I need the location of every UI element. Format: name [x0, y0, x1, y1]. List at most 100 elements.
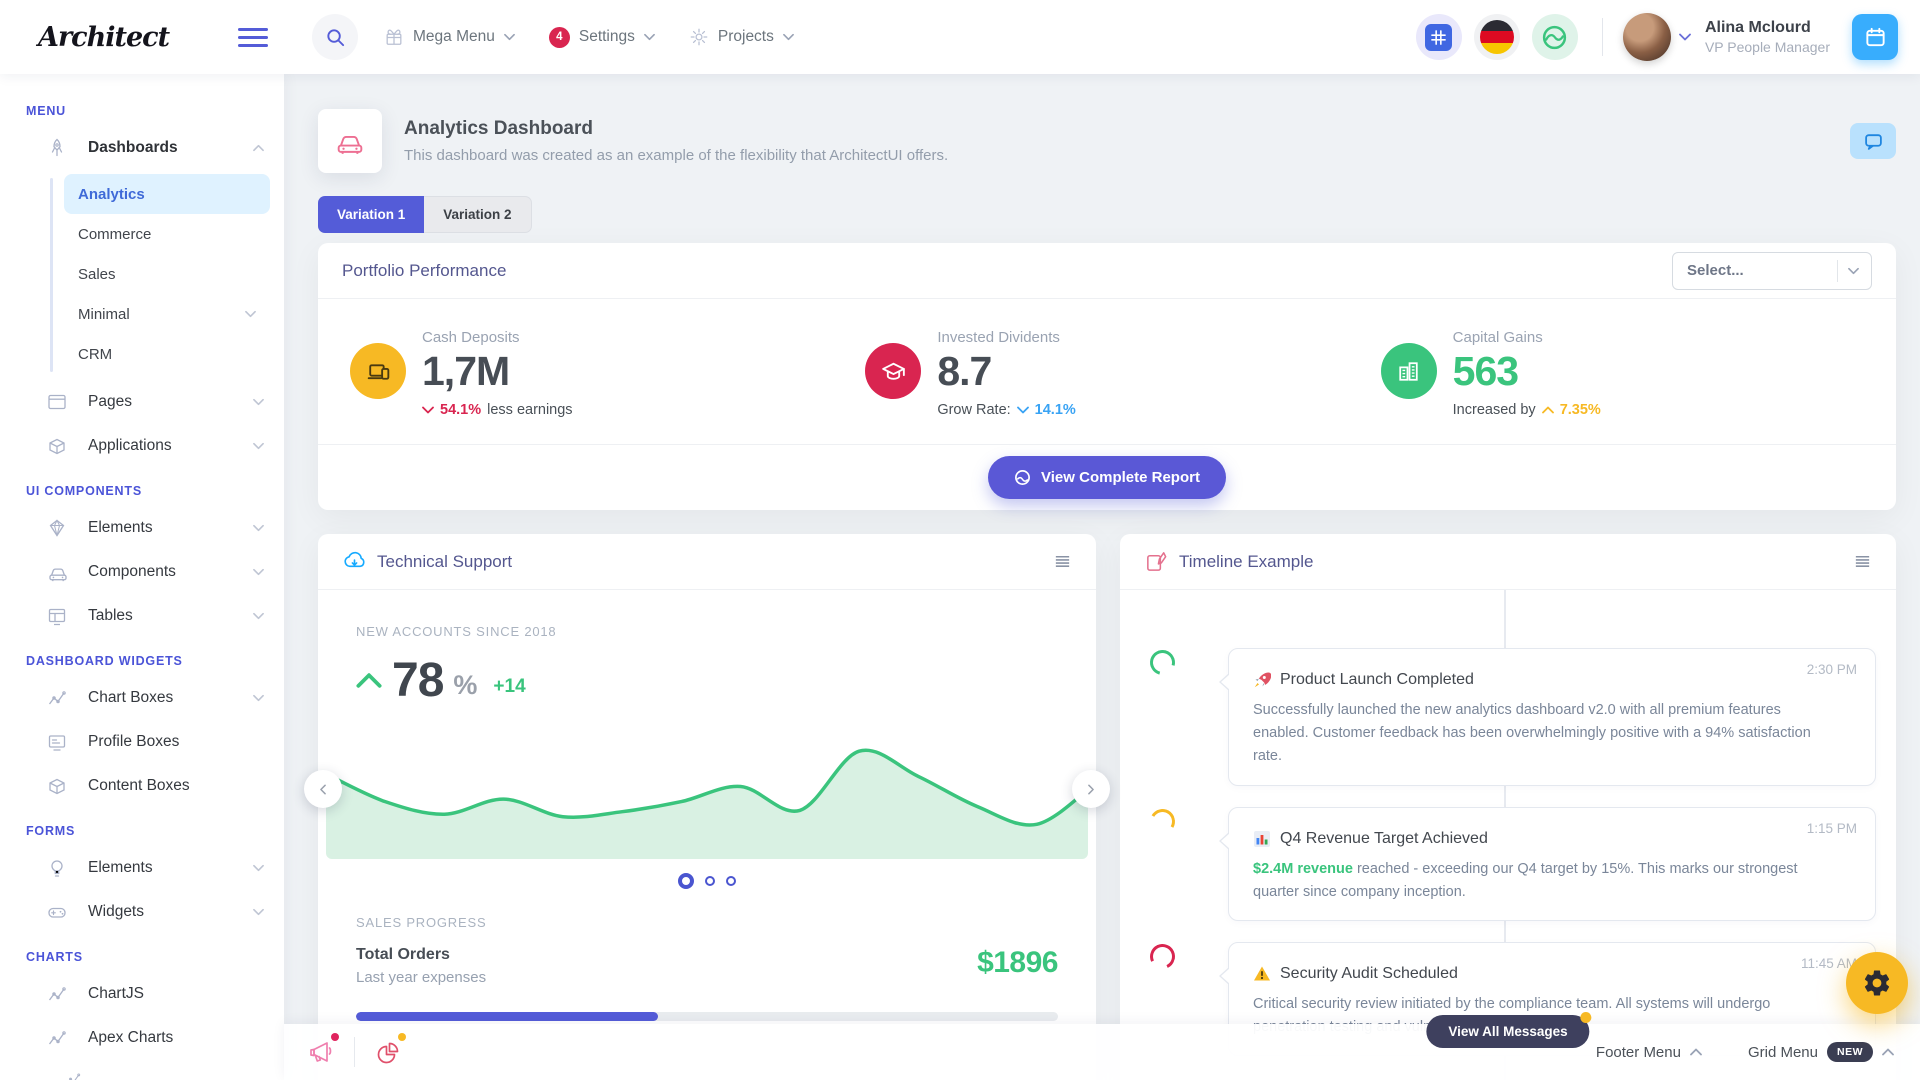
settings-badge: 4	[549, 27, 570, 48]
technical-support-header: Technical Support	[318, 534, 1096, 590]
id-card-icon	[46, 731, 68, 753]
sidebar-item-profile-boxes[interactable]: Profile Boxes	[0, 720, 284, 764]
chevron-down-icon	[644, 33, 655, 41]
grid-icon	[1425, 24, 1452, 51]
new-badge: NEW	[1827, 1042, 1873, 1062]
megaphone-icon[interactable]	[306, 1037, 336, 1067]
chevron-down-icon	[504, 33, 515, 41]
chevron-down-icon[interactable]	[1679, 33, 1691, 41]
view-complete-report-button[interactable]: View Complete Report	[988, 456, 1226, 499]
timeline-entry-body: Successfully launched the new analytics …	[1253, 699, 1815, 769]
sidebar-item-tables[interactable]: Tables	[0, 594, 284, 638]
sidebar-item-components[interactable]: Components	[0, 550, 284, 594]
sidebar-item-commerce[interactable]: Commerce	[64, 214, 270, 254]
tab-variation-1[interactable]: Variation 1	[318, 196, 424, 233]
sidebar-item-form-elements[interactable]: Elements	[0, 846, 284, 890]
sidebar-item-dashboards[interactable]: Dashboards	[0, 126, 284, 170]
technical-support-body: NEW ACCOUNTS SINCE 2018 78 % +14	[318, 590, 1096, 1021]
sidebar-item-apex-charts[interactable]: Apex Charts	[0, 1016, 284, 1060]
calendar-button[interactable]	[1852, 14, 1898, 60]
chevron-up-icon	[356, 672, 382, 689]
sales-progress-fill	[356, 1012, 658, 1021]
header-right: Alina Mclourd VP People Manager	[1404, 13, 1898, 61]
theme-button[interactable]	[1532, 14, 1578, 60]
carousel-dot-2[interactable]	[705, 876, 715, 886]
metric-value: 563	[1453, 350, 1601, 393]
metric-cash-deposits: Cash Deposits 1,7M 54.1% less earnings	[334, 329, 849, 418]
portfolio-card-footer: View Complete Report	[318, 444, 1896, 510]
settings-fab-button[interactable]	[1846, 952, 1908, 1014]
grid-menu-button[interactable]: Grid Menu NEW	[1748, 1042, 1894, 1062]
chevron-down-icon	[253, 524, 264, 532]
devices-icon	[350, 343, 406, 399]
circle-wave-icon	[1014, 469, 1031, 486]
cloud-download-icon	[342, 549, 367, 574]
sidebar-item-widgets[interactable]: Widgets	[0, 890, 284, 934]
timeline-title: Timeline Example	[1179, 552, 1313, 572]
accounts-stat-label: NEW ACCOUNTS SINCE 2018	[356, 624, 1058, 639]
sidebar-heading-dashboard-widgets: DASHBOARD WIDGETS	[26, 654, 284, 668]
chevron-down-icon	[253, 908, 264, 916]
accounts-unit: %	[453, 670, 477, 701]
gamepad-icon	[46, 901, 68, 923]
technical-support-card: Technical Support NEW ACCOUNTS SINCE 201…	[318, 534, 1096, 1080]
cube-icon	[46, 435, 68, 457]
carousel-next-button[interactable]	[1072, 770, 1110, 808]
card-menu-icon[interactable]	[1853, 552, 1872, 571]
calendar-icon	[1864, 26, 1887, 49]
metric-status: Increased by 7.35%	[1453, 402, 1601, 418]
table-icon	[46, 605, 68, 627]
tab-variation-2[interactable]: Variation 2	[424, 196, 531, 233]
timeline-card: Timeline Example 2:30 PM Product Launch …	[1120, 534, 1896, 1080]
sidebar-item-crm[interactable]: CRM	[64, 334, 270, 374]
hamburger-menu-icon[interactable]	[238, 28, 268, 47]
footer-menu-button[interactable]: Footer Menu	[1596, 1044, 1702, 1061]
apps-grid-button[interactable]	[1416, 14, 1462, 60]
sidebar-item-pages[interactable]: Pages	[0, 380, 284, 424]
chevron-down-icon	[253, 398, 264, 406]
sidebar-item-content-boxes[interactable]: Content Boxes	[0, 764, 284, 808]
spinner-green-icon	[1145, 645, 1179, 679]
search-button[interactable]	[312, 14, 358, 60]
sidebar-item-sales[interactable]: Sales	[64, 254, 270, 294]
orders-subtitle: Last year expenses	[356, 969, 486, 986]
user-role: VP People Manager	[1705, 39, 1830, 55]
chevron-down-icon	[422, 406, 434, 414]
language-button[interactable]	[1474, 14, 1520, 60]
view-all-messages-button[interactable]: View All Messages	[1426, 1015, 1589, 1048]
carousel-dot-1[interactable]	[678, 873, 694, 889]
user-name: Alina Mclourd	[1705, 19, 1830, 37]
timeline-entry-body: $2.4M revenue reached - exceeding our Q4…	[1253, 858, 1815, 904]
sidebar-item-analytics[interactable]: Analytics	[64, 174, 270, 214]
carousel-dot-3[interactable]	[726, 876, 736, 886]
gear-icon	[1862, 968, 1892, 998]
timeline-entry: 1:15 PM Q4 Revenue Target Achieved $2.4M…	[1150, 807, 1876, 921]
portfolio-select[interactable]: Select...	[1672, 252, 1872, 290]
search-icon	[325, 27, 346, 48]
sidebar-item-chartjs[interactable]: ChartJS	[0, 972, 284, 1016]
card-menu-icon[interactable]	[1053, 552, 1072, 571]
pie-chart-icon[interactable]	[373, 1037, 403, 1067]
app-footer: Footer Menu Grid Menu NEW	[284, 1024, 1920, 1080]
timeline-message[interactable]: 2:30 PM Product Launch Completed Success…	[1228, 648, 1876, 786]
user-avatar[interactable]	[1623, 13, 1671, 61]
footer-menus: Footer Menu Grid Menu NEW	[1596, 1042, 1894, 1062]
metric-label: Capital Gains	[1453, 329, 1601, 346]
sidebar-item-minimal[interactable]: Minimal	[64, 294, 270, 334]
timeline-entry-title: Product Launch Completed	[1280, 671, 1474, 689]
timeline-message[interactable]: 1:15 PM Q4 Revenue Target Achieved $2.4M…	[1228, 807, 1876, 921]
chevron-down-icon	[253, 864, 264, 872]
sidebar-item-elements[interactable]: Elements	[0, 506, 284, 550]
page-title-action-button[interactable]	[1850, 123, 1896, 159]
settings-dropdown[interactable]: 4 Settings	[549, 27, 655, 48]
mega-menu-dropdown[interactable]: Mega Menu	[384, 27, 515, 47]
browser-icon	[46, 391, 68, 413]
sidebar-item-chart-boxes[interactable]: Chart Boxes	[0, 676, 284, 720]
carousel-prev-button[interactable]	[304, 770, 342, 808]
metric-status: 54.1% less earnings	[422, 402, 573, 418]
car-icon	[46, 560, 70, 584]
portfolio-metrics: Cash Deposits 1,7M 54.1% less earnings I…	[318, 299, 1896, 444]
mega-menu-label: Mega Menu	[413, 28, 495, 46]
projects-dropdown[interactable]: Projects	[689, 27, 794, 47]
sidebar-item-applications[interactable]: Applications	[0, 424, 284, 468]
